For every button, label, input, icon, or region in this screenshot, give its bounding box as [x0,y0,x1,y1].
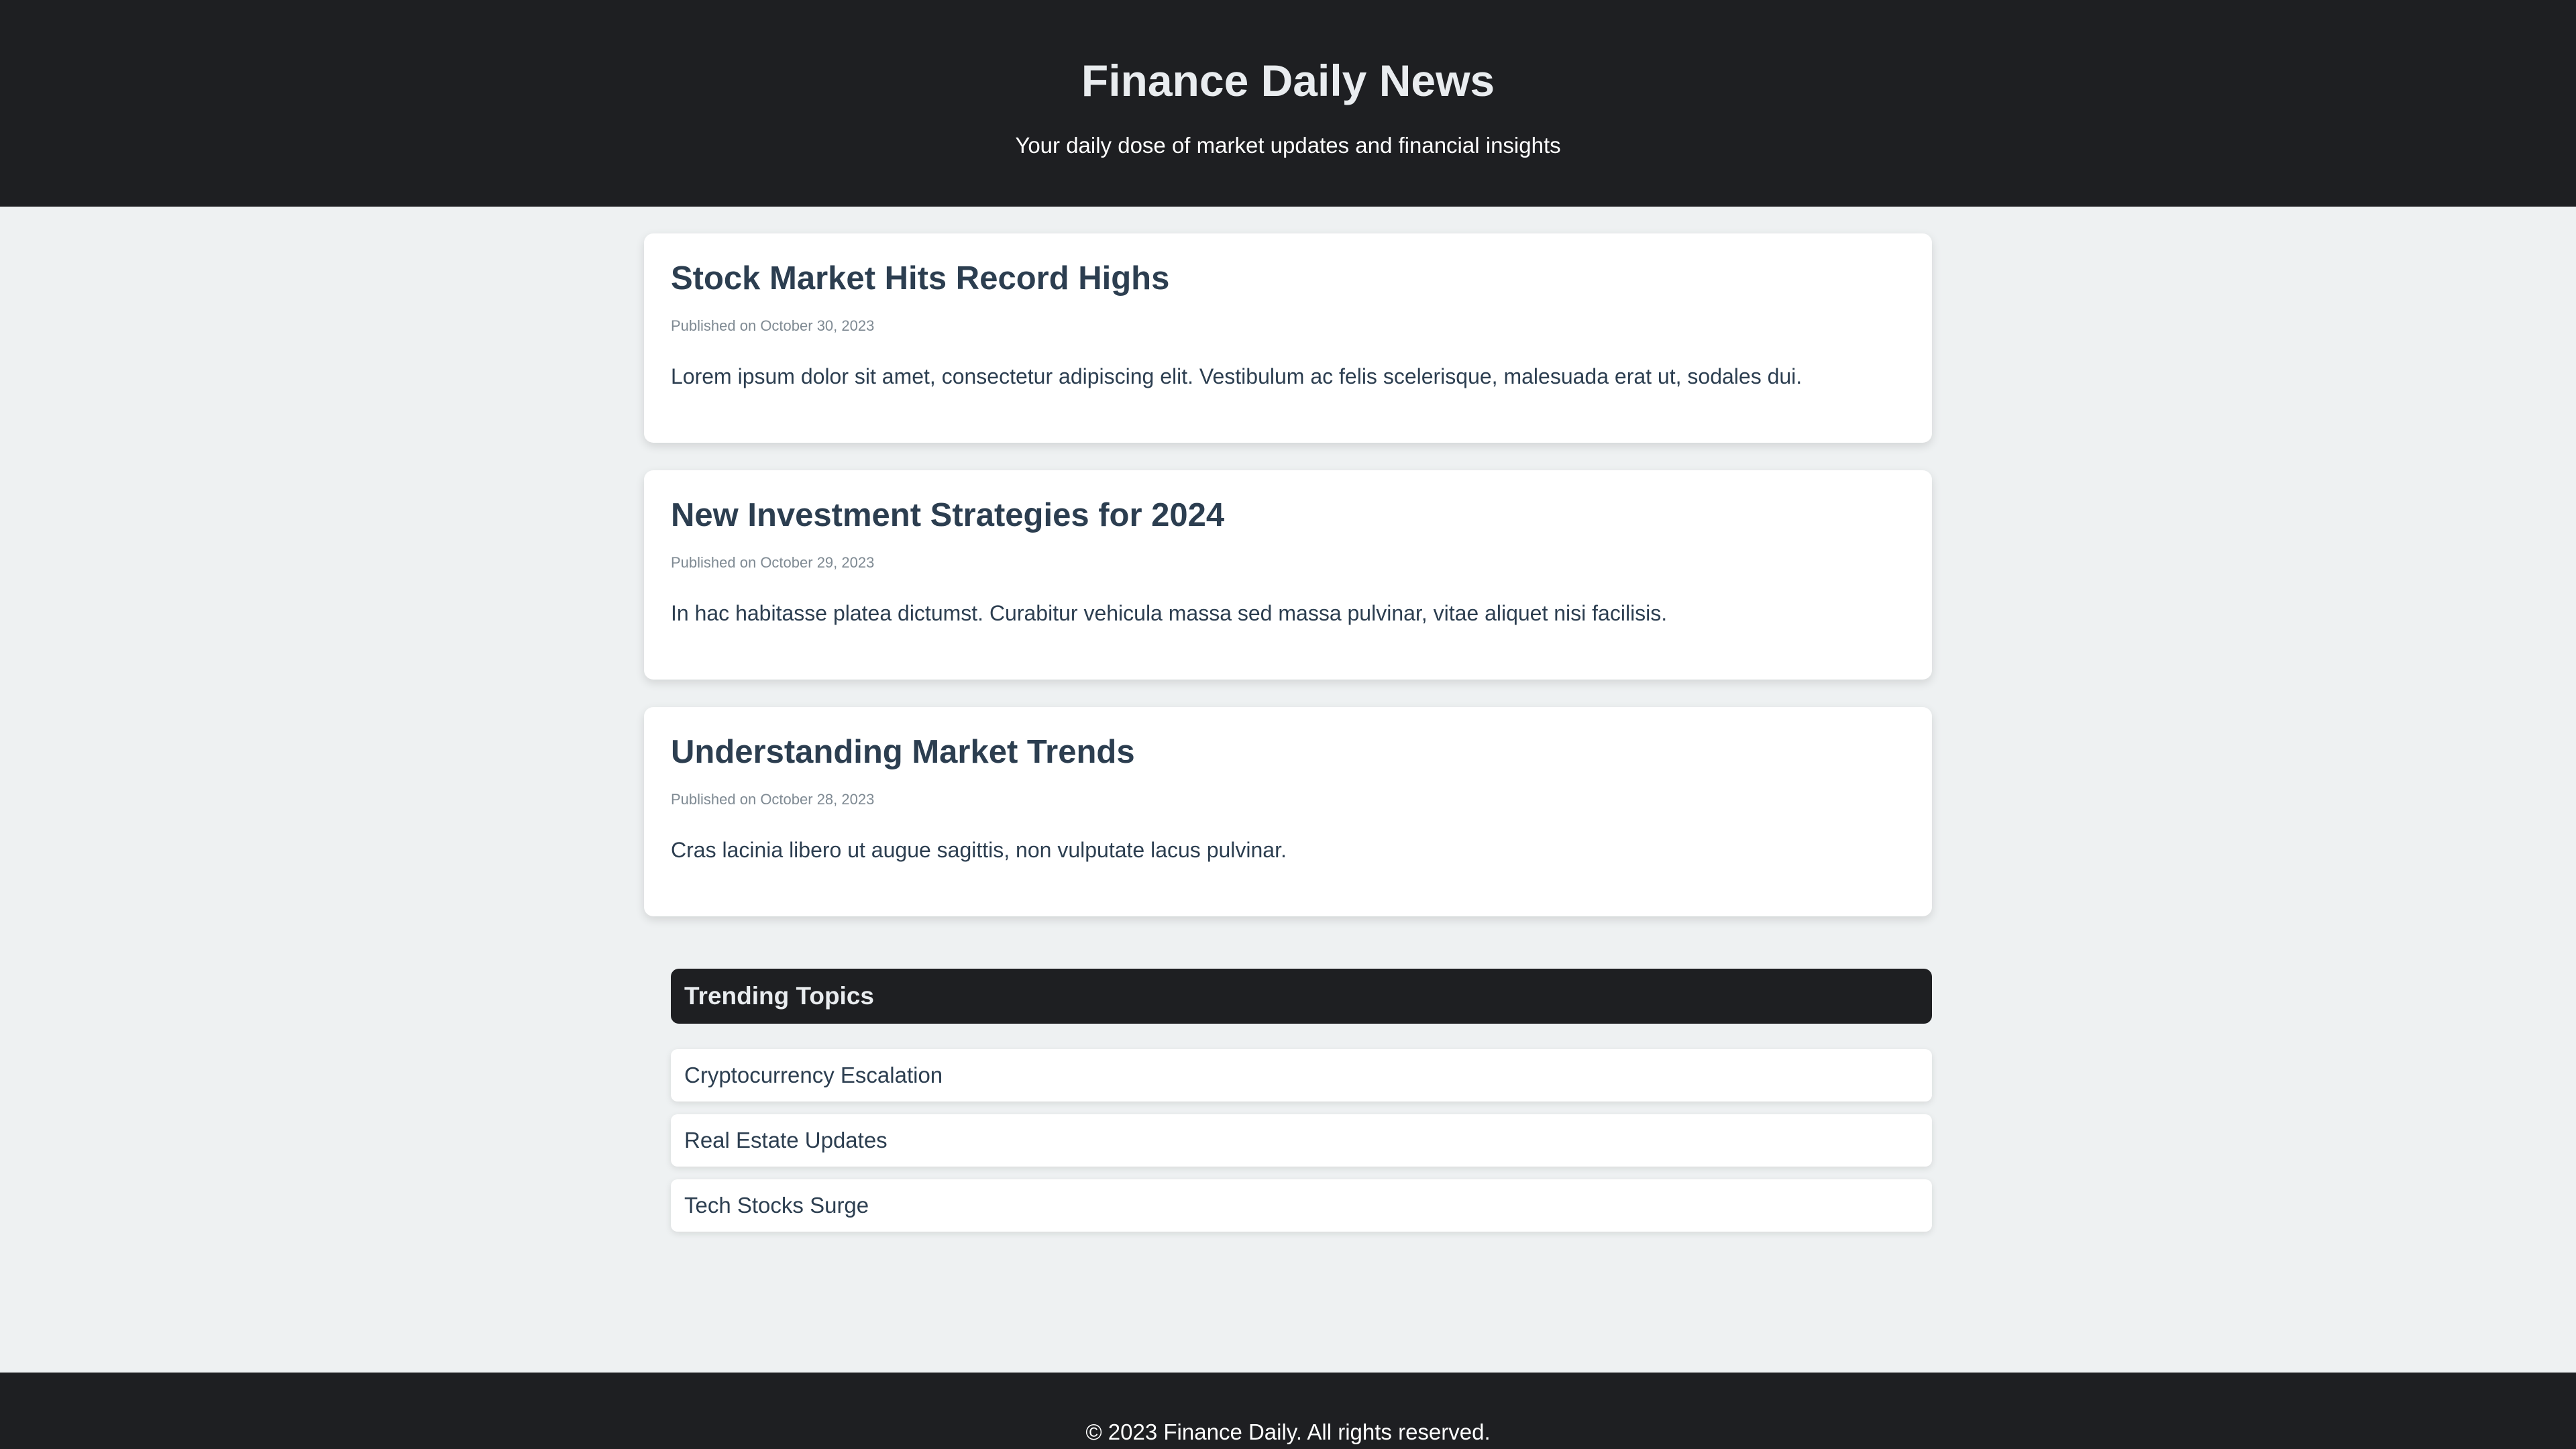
site-header: Finance Daily News Your daily dose of ma… [0,0,2576,207]
trending-topics-heading: Trending Topics [671,969,1932,1024]
article-title[interactable]: New Investment Strategies for 2024 [671,494,1224,536]
trending-topic-item[interactable]: Tech Stocks Surge [671,1179,1932,1232]
trending-topic-item[interactable]: Real Estate Updates [671,1114,1932,1167]
article-card: New Investment Strategies for 2024 Publi… [644,470,1932,680]
article-summary: Lorem ipsum dolor sit amet, consectetur … [671,364,1803,388]
trending-topics: Trending Topics Cryptocurrency Escalatio… [671,969,1932,1244]
trending-topic-item[interactable]: Cryptocurrency Escalation [671,1049,1932,1102]
copyright-text: © 2023 Finance Daily. All rights reserve… [1085,1419,1491,1444]
article-date: Published on October 28, 2023 [671,791,875,808]
article-summary: Cras lacinia libero ut augue sagittis, n… [671,838,1287,862]
article-title[interactable]: Understanding Market Trends [671,731,1135,773]
site-title: Finance Daily News [1081,56,1495,105]
article-card: Understanding Market Trends Published on… [644,707,1932,916]
site-tagline: Your daily dose of market updates and fi… [1015,133,1561,158]
site-footer: © 2023 Finance Daily. All rights reserve… [0,1373,2576,1449]
article-title[interactable]: Stock Market Hits Record Highs [671,258,1169,299]
article-date: Published on October 30, 2023 [671,317,875,334]
article-list: Stock Market Hits Record Highs Published… [644,233,1932,944]
article-summary: In hac habitasse platea dictumst. Curabi… [671,601,1668,625]
article-date: Published on October 29, 2023 [671,554,875,571]
article-card: Stock Market Hits Record Highs Published… [644,233,1932,443]
